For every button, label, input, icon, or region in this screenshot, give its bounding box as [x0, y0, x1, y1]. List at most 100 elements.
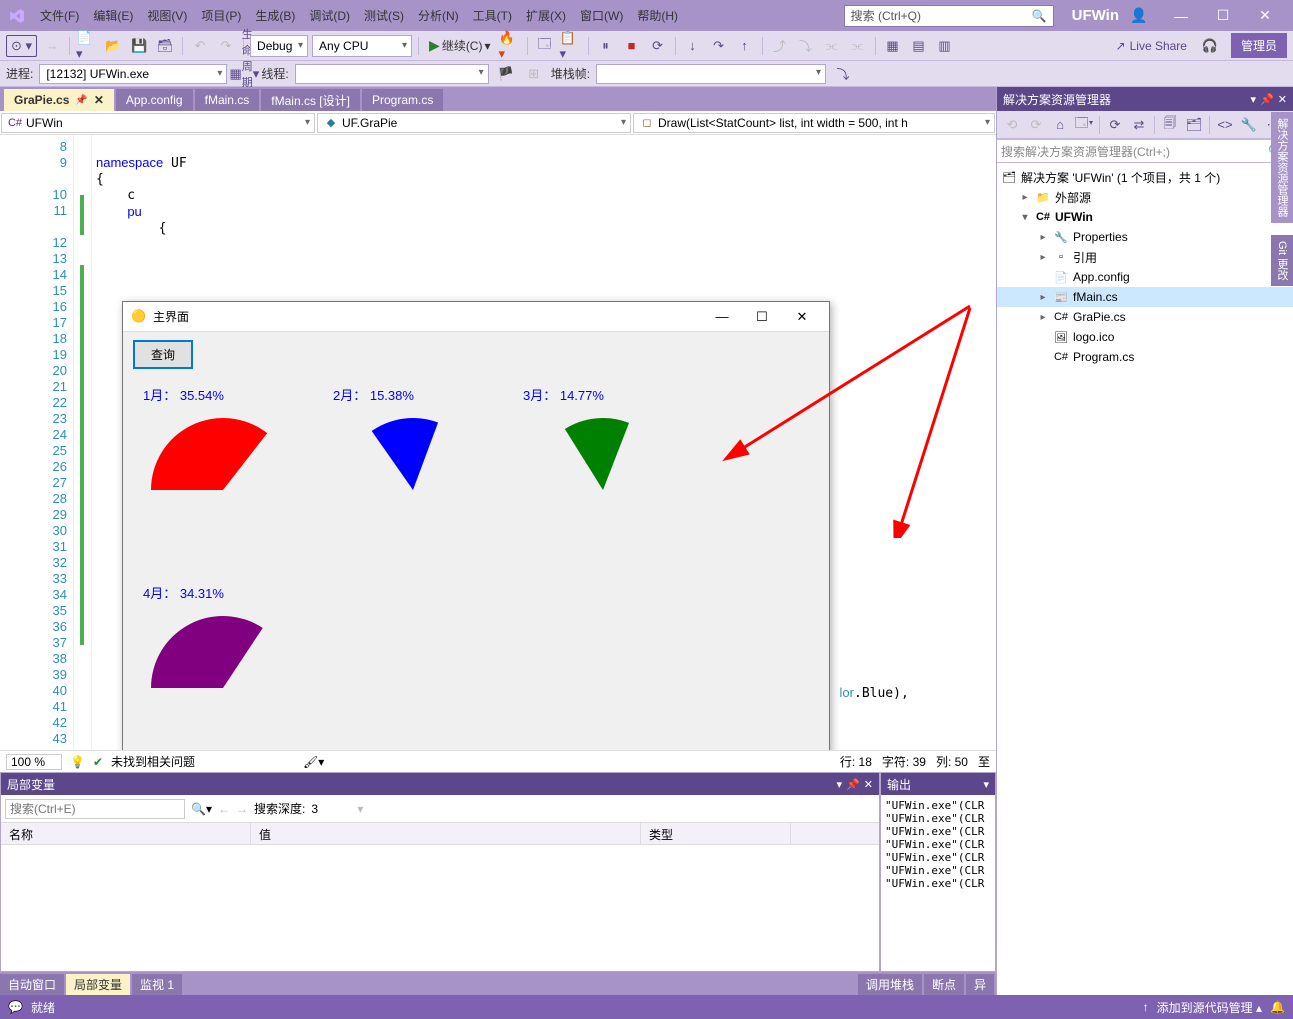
- sidetab-git[interactable]: Git 更改: [1271, 235, 1293, 286]
- menu-分析(N)[interactable]: 分析(N): [412, 3, 465, 28]
- tree-Program.cs[interactable]: C#Program.cs: [997, 347, 1293, 367]
- restart-button[interactable]: ⟳: [647, 35, 669, 57]
- close-icon[interactable]: ✕: [94, 93, 104, 107]
- doctab-GraPie.cs[interactable]: GraPie.cs📌✕: [4, 89, 114, 111]
- save-button[interactable]: 💾: [128, 35, 150, 57]
- tb-icon-3[interactable]: ⤴: [769, 35, 791, 57]
- tree-GraPie.cs[interactable]: ▸C#GraPie.cs: [997, 307, 1293, 327]
- save-all-button[interactable]: 🗃: [154, 35, 176, 57]
- tree-引用[interactable]: ▸▫引用: [997, 247, 1293, 267]
- stop-button[interactable]: ■: [621, 35, 643, 57]
- home-icon[interactable]: ⌂: [1049, 114, 1071, 136]
- config-combo[interactable]: Debug: [250, 35, 308, 57]
- filter-icon[interactable]: ⇄: [1128, 114, 1150, 136]
- zoom-combo[interactable]: 100 %: [6, 754, 62, 770]
- menu-工具(T)[interactable]: 工具(T): [467, 3, 518, 28]
- tree-外部源[interactable]: ▸📁外部源: [997, 187, 1293, 207]
- step-out-button[interactable]: ↑: [734, 35, 756, 57]
- menu-文件(F)[interactable]: 文件(F): [34, 3, 85, 28]
- live-share-button[interactable]: ↗ Live Share: [1108, 37, 1195, 55]
- nav-back-button[interactable]: ⊙ ▾: [6, 35, 37, 57]
- nav-left-icon[interactable]: ←: [218, 802, 230, 816]
- undo-button[interactable]: ↶: [189, 35, 211, 57]
- feedback-button[interactable]: 🎧: [1199, 35, 1221, 57]
- hot-reload-button[interactable]: 🔥▾: [499, 35, 521, 57]
- collapse-icon[interactable]: 🗂: [1183, 114, 1205, 136]
- tree-App.config[interactable]: 📄App.config: [997, 267, 1293, 287]
- global-search-input[interactable]: 搜索 (Ctrl+Q) 🔍: [844, 5, 1054, 27]
- code-editor[interactable]: 8910111213141516171819202122232425262728…: [0, 135, 996, 750]
- method-combo[interactable]: ◻Draw(List<StatCount> list, int width = …: [633, 113, 995, 133]
- tree-Properties[interactable]: ▸🔧Properties: [997, 227, 1293, 247]
- locals-dropdown-icon[interactable]: ▾: [837, 778, 843, 791]
- tb-icon-2[interactable]: 📋▾: [560, 35, 582, 57]
- new-file-button[interactable]: 📄▾: [76, 35, 98, 57]
- class-combo[interactable]: ◆UF.GraPie: [317, 113, 631, 133]
- doctab-fMain.cs [设计][interactable]: fMain.cs [设计]: [261, 89, 360, 111]
- tb-icon-6[interactable]: ⫘: [847, 35, 869, 57]
- btab-自动窗口[interactable]: 自动窗口: [0, 974, 64, 995]
- tb2-icon-1[interactable]: 🏴: [495, 63, 517, 85]
- lightbulb-icon[interactable]: 💡: [70, 755, 85, 769]
- popup-max-button[interactable]: ☐: [743, 305, 781, 329]
- stack-combo[interactable]: [596, 64, 826, 84]
- redo-button[interactable]: ↷: [215, 35, 237, 57]
- btab-调用堆栈[interactable]: 调用堆栈: [858, 974, 922, 995]
- tb-icon-7[interactable]: ▦: [882, 35, 904, 57]
- tb-icon-1[interactable]: 🗔: [534, 35, 556, 57]
- process-combo[interactable]: [12132] UFWin.exe: [39, 64, 227, 84]
- output-icon[interactable]: 💬: [8, 1000, 23, 1014]
- close-button[interactable]: ✕: [1245, 4, 1285, 28]
- solution-tree[interactable]: 🗂解决方案 'UFWin' (1 个项目，共 1 个)▸📁外部源▾C#UFWin…: [997, 163, 1293, 995]
- continue-button[interactable]: ▶继续(C) ▾: [425, 37, 494, 54]
- solexp-close-icon[interactable]: ✕: [1278, 93, 1287, 106]
- menu-窗口(W)[interactable]: 窗口(W): [574, 3, 629, 28]
- locals-search-input[interactable]: [5, 799, 185, 819]
- user-icon[interactable]: 👤: [1119, 4, 1159, 28]
- tb-icon-9[interactable]: ▥: [934, 35, 956, 57]
- tb-icon-5[interactable]: ⫘: [821, 35, 843, 57]
- popup-min-button[interactable]: —: [703, 305, 741, 329]
- col-类型[interactable]: 类型: [641, 823, 791, 844]
- back-icon[interactable]: ⟲: [1001, 114, 1023, 136]
- tb2-icon-3[interactable]: ⤵: [832, 63, 854, 85]
- platform-combo[interactable]: Any CPU: [312, 35, 412, 57]
- wrench-icon[interactable]: 🔧: [1238, 114, 1260, 136]
- namespace-combo[interactable]: C#UFWin: [1, 113, 315, 133]
- sync-icon[interactable]: ⟳: [1104, 114, 1126, 136]
- menu-项目(P)[interactable]: 项目(P): [195, 3, 247, 28]
- search-icon[interactable]: 🔍▾: [191, 802, 212, 816]
- nav-fwd-button[interactable]: →: [41, 35, 63, 57]
- doctab-Program.cs[interactable]: Program.cs: [362, 89, 443, 111]
- query-button[interactable]: 查询: [133, 340, 193, 369]
- popup-titlebar[interactable]: 🟡 主界面 — ☐ ✕: [123, 302, 829, 332]
- btab-异[interactable]: 异: [966, 974, 994, 995]
- locals-tool-icon[interactable]: ▾: [357, 802, 363, 816]
- solexp-pin-icon[interactable]: 📌: [1260, 93, 1274, 106]
- thread-combo[interactable]: [295, 64, 489, 84]
- solexp-dropdown-icon[interactable]: ▾: [1251, 93, 1257, 106]
- locals-pin-icon[interactable]: 📌: [846, 778, 860, 791]
- tree-UFWin[interactable]: ▾C#UFWin: [997, 207, 1293, 227]
- btab-局部变量[interactable]: 局部变量: [66, 974, 130, 995]
- btab-监视 1[interactable]: 监视 1: [132, 974, 182, 995]
- doctab-fMain.cs[interactable]: fMain.cs: [195, 89, 260, 111]
- locals-close-icon[interactable]: ✕: [864, 778, 873, 791]
- fwd-icon[interactable]: ⟳: [1025, 114, 1047, 136]
- source-control-button[interactable]: 添加到源代码管理 ▴: [1157, 999, 1262, 1016]
- menu-编辑(E)[interactable]: 编辑(E): [87, 3, 139, 28]
- notification-icon[interactable]: 🔔: [1270, 1000, 1285, 1014]
- nav-right-icon[interactable]: →: [236, 802, 248, 816]
- open-button[interactable]: 📂: [102, 35, 124, 57]
- popup-close-button[interactable]: ✕: [783, 305, 821, 329]
- tb-icon-4[interactable]: ⤵: [795, 35, 817, 57]
- menu-测试(S)[interactable]: 测试(S): [358, 3, 410, 28]
- col-名称[interactable]: 名称: [1, 823, 251, 844]
- tree-fMain.cs[interactable]: ▸📰fMain.cs: [997, 287, 1293, 307]
- menu-生成(B)[interactable]: 生成(B): [249, 3, 301, 28]
- btab-断点[interactable]: 断点: [924, 974, 964, 995]
- tree-logo.ico[interactable]: 🖼logo.ico: [997, 327, 1293, 347]
- sidetab-solexp[interactable]: 解决方案资源管理器: [1271, 112, 1293, 223]
- menu-扩展(X)[interactable]: 扩展(X): [520, 3, 572, 28]
- step-in-button[interactable]: ↓: [682, 35, 704, 57]
